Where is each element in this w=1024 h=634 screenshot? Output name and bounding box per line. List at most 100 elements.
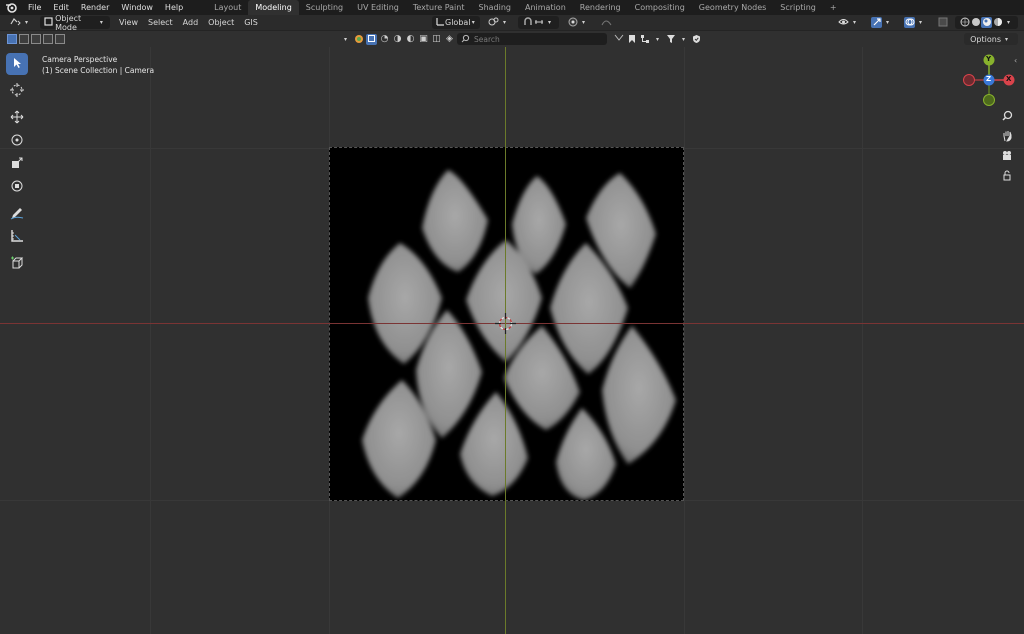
xray-toggle-button[interactable] (933, 16, 952, 29)
chevron-down-icon[interactable]: ▾ (652, 34, 663, 45)
menu-gis[interactable]: GIS (239, 18, 263, 27)
proportional-edit-button[interactable]: ▾ (563, 16, 593, 29)
object-mode-icon (44, 17, 53, 28)
select-box-invert-icon[interactable] (43, 34, 53, 44)
tab-sculpting[interactable]: Sculpting (299, 0, 350, 15)
rotate-tool[interactable] (6, 130, 28, 152)
material-preview-shading-icon[interactable] (981, 17, 992, 28)
rendered-shading-icon[interactable] (992, 17, 1003, 28)
select-box-tool[interactable] (6, 53, 28, 75)
overlay-toggle-button[interactable]: ▾ (900, 16, 930, 29)
chevron-down-icon[interactable]: ▾ (1003, 17, 1014, 28)
search-placeholder: Search (474, 34, 500, 44)
blender-logo-icon[interactable] (0, 0, 22, 15)
lock-camera-button[interactable] (998, 168, 1016, 186)
menu-select[interactable]: Select (143, 18, 178, 27)
falloff-curve-icon (601, 17, 612, 28)
grid-line (150, 47, 151, 634)
filter-object-icon[interactable] (366, 33, 377, 45)
falloff-button[interactable] (597, 16, 616, 29)
shading-modes: ▾ (955, 16, 1018, 29)
filter-mesh-icon[interactable]: ◔ (379, 34, 390, 45)
crosshair-cursor-icon (10, 82, 24, 100)
cursor-tool[interactable] (6, 80, 28, 102)
filter-material-icon[interactable]: ◑ (392, 34, 403, 45)
tab-shading[interactable]: Shading (471, 0, 518, 15)
filter-light-icon[interactable]: ◐ (405, 34, 416, 45)
solid-shading-icon[interactable] (970, 17, 981, 28)
select-box-subtract-icon[interactable] (31, 34, 41, 44)
camera-view-button[interactable] (998, 148, 1016, 166)
y-axis-line (505, 47, 506, 634)
camera-icon (1001, 150, 1013, 164)
editor-type-icon (10, 17, 21, 28)
navigation-tools (998, 108, 1018, 188)
add-cube-tool[interactable] (6, 253, 28, 275)
options-button[interactable]: Options ▾ (964, 33, 1018, 45)
transform-tool[interactable] (6, 176, 28, 198)
top-menu-bar: File Edit Render Window Help Layout Mode… (0, 0, 1024, 15)
move-arrows-icon (10, 110, 24, 127)
editor-type-button[interactable]: ▾ (6, 16, 36, 29)
cursor-arrow-icon (11, 57, 23, 72)
filter-camera-icon[interactable]: ◫ (431, 34, 442, 45)
scale-icon (10, 156, 24, 173)
zoom-button[interactable] (998, 108, 1016, 126)
mode-selector[interactable]: Object Mode ▾ (40, 14, 110, 32)
hierarchy-icon[interactable] (639, 34, 650, 45)
chevron-down-icon[interactable]: ▾ (678, 34, 689, 45)
sidebar-toggle-icon[interactable]: ‹ (1014, 56, 1022, 66)
shield-check-icon[interactable] (691, 34, 702, 45)
view-subtitle: (1) Scene Collection | Camera (42, 66, 155, 75)
gizmo-z-label: Z (986, 75, 992, 83)
orientation-selector[interactable]: Global ▾ (432, 16, 480, 29)
filter-scene-icon[interactable]: ◈ (444, 34, 455, 45)
select-box-intersect-icon[interactable] (55, 34, 65, 44)
filter-funnel-icon[interactable] (665, 34, 676, 45)
menu-view[interactable]: View (114, 18, 143, 27)
menu-file[interactable]: File (22, 0, 47, 15)
header-menus: View Select Add Object GIS (114, 18, 263, 27)
filter-image-icon[interactable]: ▣ (418, 34, 429, 45)
chevron-down-icon[interactable]: ▾ (340, 34, 351, 45)
tab-layout[interactable]: Layout (207, 0, 248, 15)
pivot-point-button[interactable]: ▾ (484, 16, 514, 29)
gizmo-toggle-button[interactable]: ▾ (867, 16, 897, 29)
annotate-tool[interactable] (6, 203, 28, 225)
tab-texture-paint[interactable]: Texture Paint (406, 0, 472, 15)
tab-rendering[interactable]: Rendering (573, 0, 628, 15)
chevron-down-icon: ▾ (581, 19, 585, 26)
scale-shape (460, 392, 528, 496)
wireframe-shading-icon[interactable] (959, 17, 970, 28)
scale-tool[interactable] (6, 153, 28, 175)
measure-tool[interactable] (6, 226, 28, 248)
viewport-header: ▾ Object Mode ▾ View Select Add Object G… (0, 14, 1024, 32)
navigation-gizmo[interactable]: Y X Z (960, 52, 1022, 110)
add-workspace-button[interactable]: + (823, 0, 844, 15)
menu-help[interactable]: Help (159, 0, 189, 15)
snap-button[interactable]: ▾ (518, 16, 559, 29)
menu-add[interactable]: Add (178, 18, 204, 27)
chevron-down-icon: ▾ (99, 19, 103, 26)
ruler-icon (10, 229, 24, 246)
color-palette-icon[interactable] (353, 34, 364, 45)
move-tool[interactable] (6, 107, 28, 129)
menu-object[interactable]: Object (203, 18, 239, 27)
select-box-extend-icon[interactable] (19, 34, 29, 44)
menu-window[interactable]: Window (115, 0, 159, 15)
visibility-button[interactable]: ▾ (834, 16, 864, 29)
bookmark-icon[interactable] (626, 34, 637, 45)
tab-geometry-nodes[interactable]: Geometry Nodes (692, 0, 773, 15)
3d-cursor-icon[interactable] (495, 313, 516, 334)
tab-compositing[interactable]: Compositing (628, 0, 692, 15)
pan-button[interactable] (998, 128, 1016, 146)
gizmo-icon (871, 17, 882, 28)
tab-scripting[interactable]: Scripting (773, 0, 823, 15)
tab-animation[interactable]: Animation (518, 0, 573, 15)
tab-modeling[interactable]: Modeling (248, 0, 299, 15)
tab-uv-editing[interactable]: UV Editing (350, 0, 406, 15)
select-box-new-icon[interactable] (7, 34, 17, 44)
filter-dropdown-icon[interactable] (613, 34, 624, 45)
search-icon (460, 34, 471, 45)
search-input[interactable]: Search (457, 33, 607, 45)
